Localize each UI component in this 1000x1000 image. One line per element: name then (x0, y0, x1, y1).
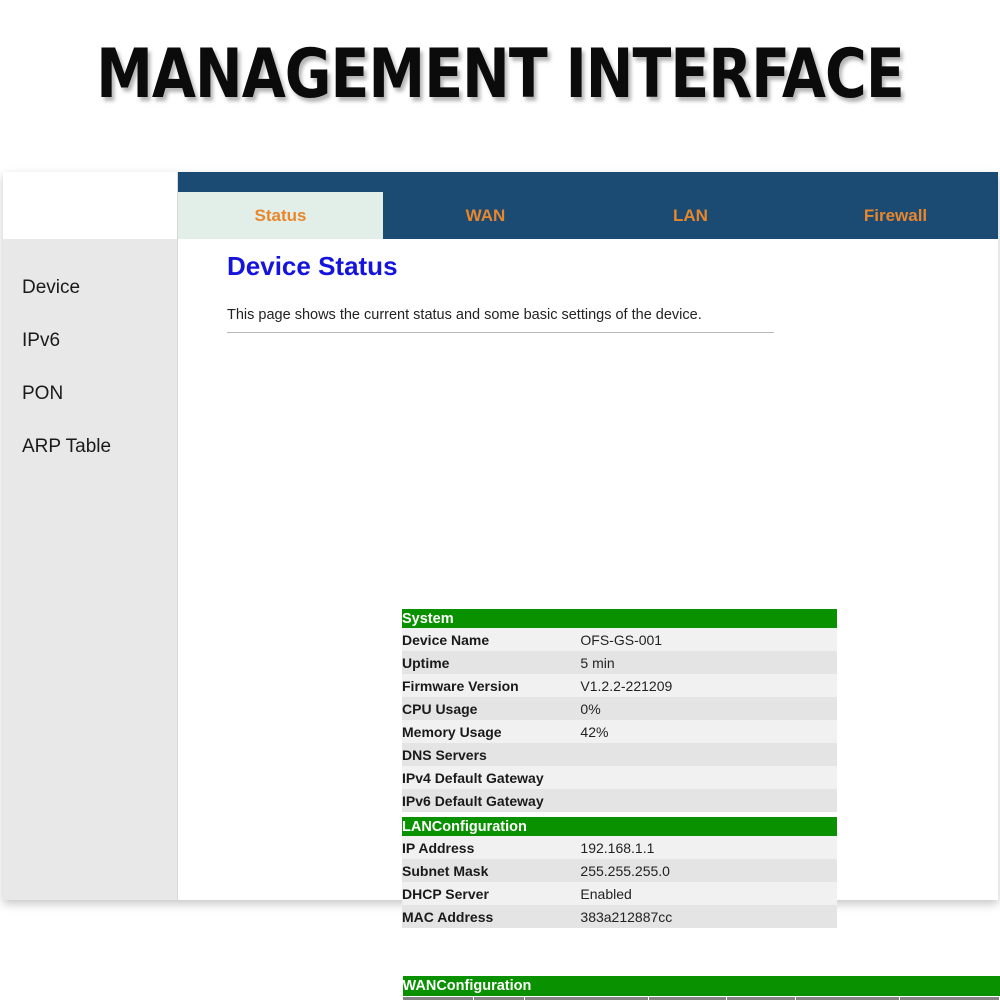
content-area: Device Status This page shows the curren… (178, 239, 1000, 1000)
row-label: Device Name (402, 628, 581, 651)
row-value (580, 743, 837, 766)
sidebar-item-label: Device (22, 277, 81, 298)
sidebar-item-pon[interactable]: PON (3, 367, 177, 420)
row-label: Memory Usage (402, 720, 581, 743)
wan-configuration-table: WANConfigurationInterfaceVLAN IDMACConne… (401, 976, 1000, 1000)
tab-firewall[interactable]: Firewall (793, 192, 998, 239)
row-value: 0% (580, 697, 837, 720)
row-value: 255.255.255.0 (580, 859, 837, 882)
table-row: Memory Usage 42% (402, 720, 837, 743)
tab-label: Firewall (863, 206, 928, 225)
section-header: LANConfiguration (402, 817, 837, 836)
tab-wan[interactable]: WAN (383, 192, 588, 239)
content-divider (227, 332, 774, 333)
table-row: Subnet Mask 255.255.255.0 (402, 859, 837, 882)
column-header: Gateway (899, 996, 1000, 1000)
column-header: MAC (523, 996, 650, 1000)
banner-title: MANAGEMENT INTERFACE (96, 35, 905, 114)
row-value (580, 766, 837, 789)
sidebar-item-label: ARP Table (22, 436, 112, 457)
row-value: V1.2.2-221209 (580, 674, 837, 697)
sidebar-item-device[interactable]: Device (3, 261, 177, 314)
sidebar: Device IPv6 PON ARP Table (3, 172, 178, 900)
table-row: MAC Address 383a212887cc (402, 905, 837, 928)
tab-lan[interactable]: LAN (588, 192, 793, 239)
wan-header-row: InterfaceVLAN IDMACConnection TypeProtoc… (401, 996, 1000, 1000)
sidebar-item-label: IPv6 (22, 330, 61, 351)
table-row: CPU Usage 0% (402, 697, 837, 720)
column-header: VLAN ID (473, 996, 525, 1000)
table-row: DNS Servers (402, 743, 837, 766)
section-header-row: WANConfiguration (402, 976, 1000, 997)
table-row: Uptime 5 min (402, 651, 837, 674)
row-value: 192.168.1.1 (580, 836, 837, 859)
row-value (580, 789, 837, 812)
page-description: This page shows the current status and s… (227, 307, 702, 323)
column-header: Interface (401, 996, 475, 1000)
row-label: IP Address (402, 836, 581, 859)
section-header-row: System (402, 609, 837, 628)
sidebar-item-label: PON (22, 383, 64, 404)
column-header: Protocol (726, 996, 796, 1000)
row-value: 383a212887cc (580, 905, 837, 928)
row-value: 42% (580, 720, 837, 743)
row-value: OFS-GS-001 (580, 628, 837, 651)
column-header: Connection Type (648, 996, 728, 1000)
table-row: IPv6 Default Gateway (402, 789, 837, 812)
sidebar-nav: Device IPv6 PON ARP Table (3, 239, 177, 900)
sidebar-item-ipv6[interactable]: IPv6 (3, 314, 177, 367)
tab-status[interactable]: Status (178, 192, 383, 239)
sidebar-item-arp-table[interactable]: ARP Table (3, 420, 177, 473)
table-row: IPv4 Default Gateway (402, 766, 837, 789)
lan-configuration-table: LANConfiguration IP Address 192.168.1.1 Sub… (402, 817, 837, 928)
row-label: Subnet Mask (402, 859, 581, 882)
tab-label: Status (254, 206, 307, 225)
screenshot-root: MANAGEMENT INTERFACE Device IPv6 PON ARP Ta… (0, 0, 1000, 1000)
table-row: DHCP Server Enabled (402, 882, 837, 905)
row-label: IPv6 Default Gateway (402, 789, 581, 812)
page-title: Device Status (227, 251, 398, 281)
router-admin-panel: Device IPv6 PON ARP Table Status WAN LAN Firew… (3, 172, 1000, 1000)
banner: MANAGEMENT INTERFACE (0, 0, 1000, 160)
tab-label: LAN (673, 206, 708, 225)
row-label: Uptime (402, 651, 581, 674)
column-header: IP Address (794, 996, 901, 1000)
row-label: DNS Servers (402, 743, 581, 766)
row-label: IPv4 Default Gateway (402, 766, 581, 789)
section-header: System (402, 609, 837, 628)
tab-strip: Status WAN LAN Firewall (178, 192, 998, 239)
section-header: WANConfiguration (402, 976, 1000, 997)
sidebar-logo-area (3, 172, 177, 239)
table-row: Firmware Version V1.2.2-221209 (402, 674, 837, 697)
table-row: IP Address 192.168.1.1 (402, 836, 837, 859)
row-label: Firmware Version (402, 674, 581, 697)
tab-label: WAN (465, 206, 506, 225)
table-row: Device Name OFS-GS-001 (402, 628, 837, 651)
row-label: MAC Address (402, 905, 581, 928)
top-navigation-bar: Status WAN LAN Firewall (178, 172, 998, 239)
section-header-row: LANConfiguration (402, 817, 837, 836)
system-status-table: System Device Name OFS-GS-001 Uptime 5 min Fi… (402, 609, 837, 812)
row-value: Enabled (580, 882, 837, 905)
row-label: DHCP Server (402, 882, 581, 905)
row-value: 5 min (580, 651, 837, 674)
row-label: CPU Usage (402, 697, 581, 720)
